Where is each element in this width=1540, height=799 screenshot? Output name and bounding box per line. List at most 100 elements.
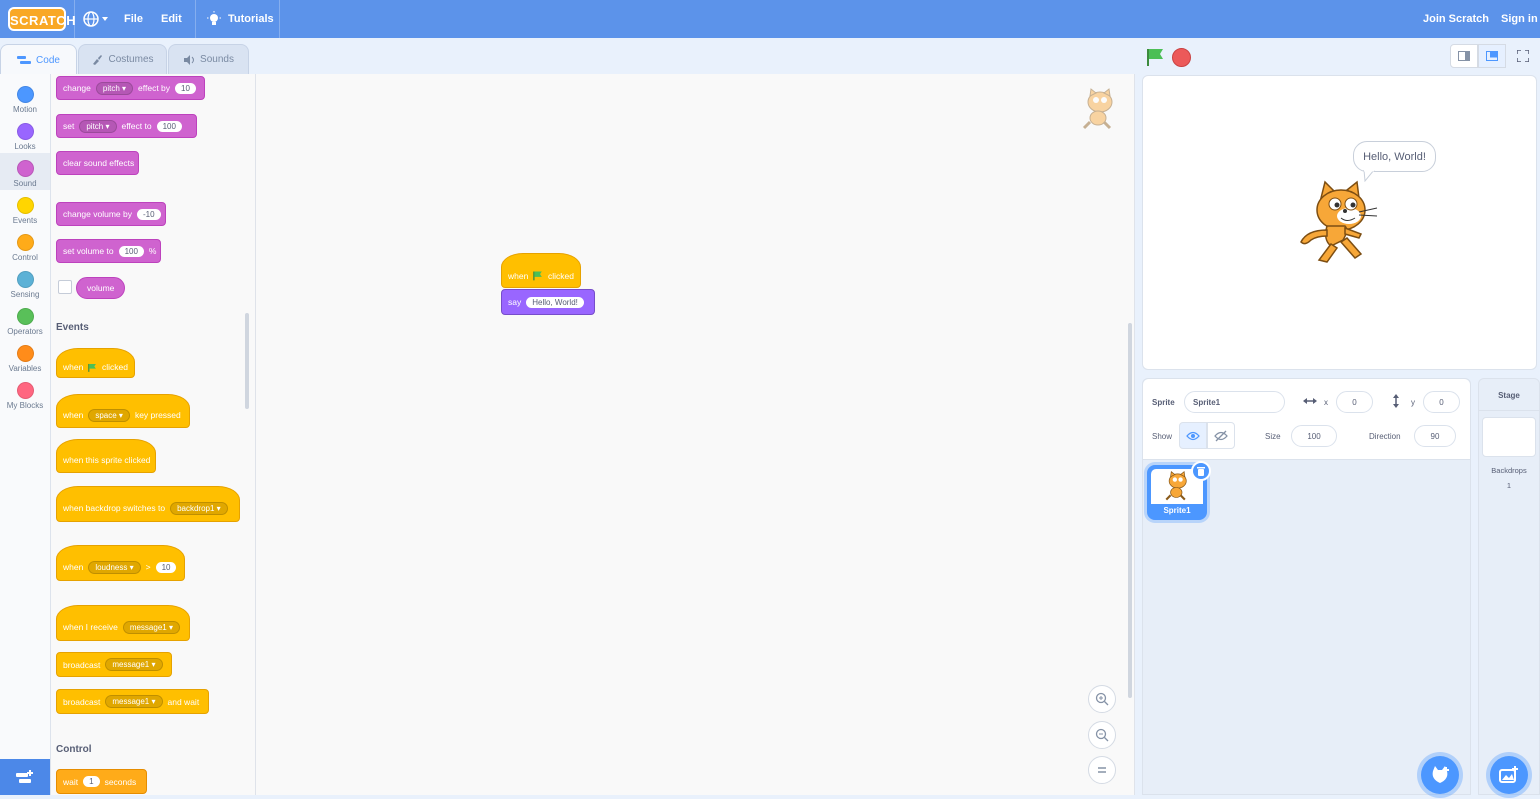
number-input[interactable]: 10	[175, 82, 196, 94]
large-stage-button[interactable]	[1478, 44, 1506, 68]
script-say-block[interactable]: say Hello, World!	[501, 289, 595, 315]
block-text: wait	[63, 776, 79, 787]
category-label: Looks	[14, 142, 36, 151]
message-dropdown[interactable]: message1 ▾	[122, 620, 180, 634]
category-operators[interactable]: Operators	[0, 301, 50, 338]
stop-icon[interactable]	[1172, 48, 1191, 67]
category-sensing[interactable]: Sensing	[0, 264, 50, 301]
edit-menu[interactable]: Edit	[161, 0, 182, 38]
show-hidden-button[interactable]	[1207, 422, 1235, 449]
cat-sprite[interactable]	[1297, 180, 1381, 271]
volume-reporter[interactable]: volume	[76, 277, 126, 299]
join-scratch-link[interactable]: Join Scratch	[1423, 0, 1489, 38]
size-input[interactable]: 100	[1291, 425, 1337, 447]
y-input[interactable]: 0	[1423, 391, 1460, 413]
say-text-input[interactable]: Hello, World!	[526, 296, 584, 308]
green-flag-icon	[533, 271, 543, 281]
x-label: x	[1324, 398, 1328, 407]
dropdown-value: pitch	[102, 83, 120, 93]
volume-checkbox[interactable]	[58, 280, 72, 294]
block-when-i-receive[interactable]: when I receive message1 ▾	[56, 605, 190, 641]
sign-in-link[interactable]: Sign in	[1501, 0, 1538, 38]
key-dropdown[interactable]: space ▾	[88, 408, 130, 422]
category-label: Operators	[7, 327, 43, 336]
sensor-dropdown[interactable]: loudness ▾	[88, 560, 141, 574]
category-looks[interactable]: Looks	[0, 116, 50, 153]
x-input[interactable]: 0	[1336, 391, 1373, 413]
sprite-tile-name: Sprite1	[1163, 506, 1191, 515]
block-when-key-pressed[interactable]: when space ▾ key pressed	[56, 394, 190, 428]
number-input[interactable]: -10	[137, 208, 161, 220]
block-when-sprite-clicked[interactable]: when this sprite clicked	[56, 439, 156, 473]
my-blocks-dot-icon	[16, 382, 34, 399]
brush-icon	[93, 54, 103, 65]
add-extension-button[interactable]	[0, 759, 50, 795]
zoom-out-button[interactable]	[1088, 721, 1116, 749]
workspace-border	[1134, 74, 1135, 795]
category-label: Sensing	[10, 290, 40, 299]
block-clear-sound-effects[interactable]: clear sound effects	[56, 151, 139, 175]
scratch-logo[interactable]: SCRATCH	[8, 7, 76, 31]
category-sound[interactable]: Sound	[0, 153, 50, 190]
stage-target-pane[interactable]: Stage Backdrops 1	[1478, 378, 1540, 795]
block-text: when backdrop switches to	[63, 503, 166, 513]
number-input[interactable]: 100	[118, 245, 144, 257]
block-when-backdrop-switches[interactable]: when backdrop switches to backdrop1 ▾	[56, 486, 240, 522]
choose-sprite-button[interactable]	[1421, 756, 1459, 794]
tutorials-menu[interactable]: Tutorials	[206, 0, 274, 38]
effect-dropdown[interactable]: pitch ▾	[79, 119, 117, 133]
zoom-out-icon	[1095, 728, 1109, 742]
message-dropdown[interactable]: message1 ▾	[105, 658, 163, 671]
small-stage-button[interactable]	[1450, 44, 1478, 68]
file-menu[interactable]: File	[124, 0, 143, 38]
effect-dropdown[interactable]: pitch ▾	[95, 81, 134, 95]
category-events[interactable]: Events	[0, 190, 50, 227]
number-input[interactable]: 10	[155, 561, 177, 573]
control-dot-icon	[16, 234, 34, 251]
block-wait[interactable]: wait 1 seconds	[56, 769, 147, 794]
show-visible-button[interactable]	[1179, 422, 1207, 449]
tab-code[interactable]: Code	[0, 44, 77, 75]
show-label: Show	[1152, 432, 1173, 441]
block-change-volume[interactable]: change volume by -10	[56, 202, 166, 226]
sprite-name-input[interactable]: Sprite1	[1184, 391, 1285, 413]
backdrops-count: 1	[1506, 481, 1512, 490]
palette-scrollbar[interactable]	[245, 313, 249, 409]
choose-backdrop-button[interactable]	[1490, 756, 1528, 794]
fullscreen-button[interactable]	[1511, 44, 1535, 68]
zoom-in-button[interactable]	[1088, 685, 1116, 713]
script-workspace[interactable]	[256, 74, 1134, 795]
block-text: >	[145, 562, 151, 572]
looks-dot-icon	[16, 123, 34, 140]
tab-sounds[interactable]: Sounds	[168, 44, 249, 74]
dropdown-value: backdrop1	[177, 503, 215, 513]
block-set-volume[interactable]: set volume to 100 %	[56, 239, 161, 263]
category-control[interactable]: Control	[0, 227, 50, 264]
number-input[interactable]: 1	[83, 776, 100, 787]
delete-sprite-button[interactable]	[1191, 461, 1211, 481]
number-input[interactable]: 100	[156, 120, 182, 132]
backdrop-dropdown[interactable]: backdrop1 ▾	[170, 501, 228, 515]
stage-thumbnail[interactable]	[1482, 417, 1536, 457]
category-variables[interactable]: Variables	[0, 338, 50, 375]
menu-divider	[279, 0, 280, 38]
category-my-blocks[interactable]: My Blocks	[0, 375, 50, 412]
y-arrows-icon	[1393, 394, 1399, 408]
category-motion[interactable]: Motion	[0, 79, 50, 116]
block-when-flag-clicked[interactable]: when clicked	[56, 348, 135, 378]
block-text: broadcast	[63, 659, 101, 670]
sprite-name-label: Sprite	[1152, 398, 1175, 407]
tab-costumes[interactable]: Costumes	[78, 44, 167, 74]
language-menu[interactable]	[82, 0, 112, 38]
workspace-scrollbar[interactable]	[1128, 323, 1132, 698]
script-when-flag-clicked[interactable]: when clicked	[501, 253, 581, 288]
direction-input[interactable]: 90	[1414, 425, 1456, 447]
green-flag-icon[interactable]	[1145, 47, 1165, 67]
block-broadcast-and-wait[interactable]: broadcast message1 ▾ and wait	[56, 689, 209, 714]
block-when-loudness[interactable]: when loudness ▾ > 10	[56, 545, 185, 581]
message-dropdown[interactable]: message1 ▾	[105, 695, 163, 708]
block-set-effect[interactable]: set pitch ▾ effect to 100	[56, 114, 197, 138]
zoom-reset-button[interactable]	[1088, 756, 1116, 784]
block-change-effect[interactable]: change pitch ▾ effect by 10	[56, 76, 205, 100]
block-broadcast[interactable]: broadcast message1 ▾	[56, 652, 172, 677]
